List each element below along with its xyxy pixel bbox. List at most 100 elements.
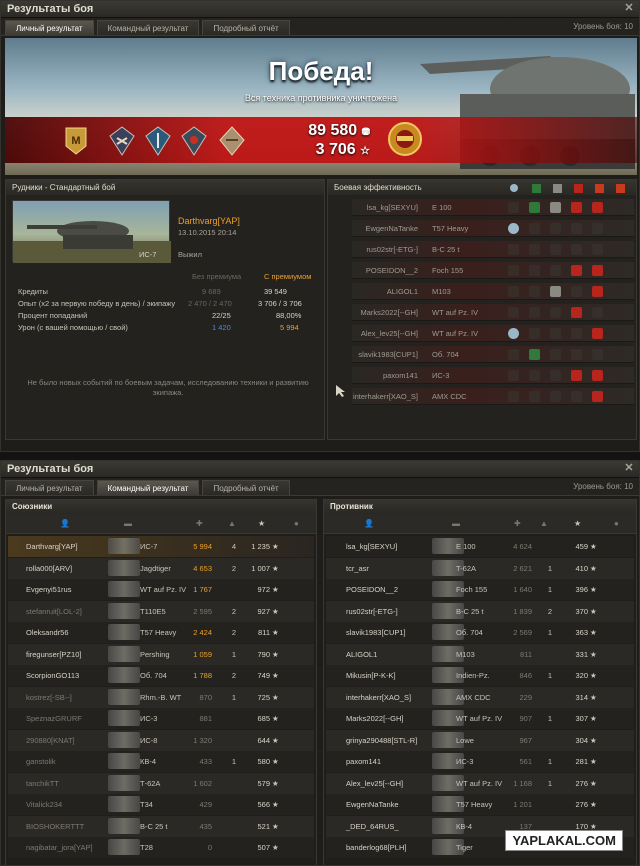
- damage-value: 1 201: [513, 800, 532, 809]
- xp-star-icon: ★: [272, 843, 279, 852]
- player-row[interactable]: tanchikTT Т-62А 1 602 579 ★: [8, 772, 314, 794]
- player-col-icon[interactable]: 👤: [60, 519, 70, 528]
- player-row[interactable]: 290880[KNAT] ИС-8 1 320 644 ★: [8, 729, 314, 751]
- assist-icon: [529, 265, 540, 276]
- tank-name: Pershing: [140, 649, 170, 659]
- player-row[interactable]: Alex_lev25[--GH] WT auf Pz. IV 1 168 1 276 ★: [326, 772, 634, 794]
- efficiency-row[interactable]: ALIGOL1 M103: [352, 283, 634, 300]
- efficiency-row[interactable]: lsa_kg[SEXYU] E 100: [352, 199, 634, 216]
- efficiency-row[interactable]: interhakerr[XAO_S] AMX CDC: [352, 388, 634, 405]
- efficiency-row[interactable]: Alex_lev25[--GH] WT auf Pz. IV: [352, 325, 634, 342]
- window-titlebar[interactable]: Результаты боя ✕: [1, 461, 639, 478]
- player-row[interactable]: rolla000[ARV] Jagdtiger 4 653 2 1 007 ★: [8, 557, 314, 579]
- player-row[interactable]: nagibatar_jora[YAP] T28 0 507 ★: [8, 837, 314, 858]
- damage-value: 1 767: [193, 585, 212, 594]
- player-row[interactable]: interhakerr[XAO_S] AMX CDC 229 314 ★: [326, 686, 634, 708]
- tank-name: ИС-7: [140, 542, 158, 551]
- efficiency-row[interactable]: rus02str[-ETG-] B-C 25 t: [352, 241, 634, 258]
- player-row[interactable]: tcr_asr T-62A 2 621 1 410 ★: [326, 557, 634, 579]
- player-row[interactable]: firegunser[PZ10] Pershing 1 059 1 790 ★: [8, 643, 314, 665]
- player-row[interactable]: Marks2022[--GH] WT auf Pz. IV 907 1 307 ★: [326, 708, 634, 729]
- damage-icon: [571, 349, 582, 360]
- award-icon[interactable]: [145, 126, 171, 156]
- player-row[interactable]: EwgenNaTanke T57 Heavy 1 201 276 ★: [326, 794, 634, 815]
- player-name: firegunser[PZ10]: [26, 649, 82, 659]
- damage-col-icon[interactable]: ✚: [196, 519, 203, 528]
- xp-star-icon: ★: [590, 671, 597, 680]
- player-row[interactable]: ganstolik КВ-4 433 1 580 ★: [8, 751, 314, 772]
- kills-value: 2: [547, 606, 552, 616]
- award-icon[interactable]: [109, 126, 135, 156]
- player-row[interactable]: kostrez[-SB--] Rhm.-B. WT 870 1 725 ★: [8, 686, 314, 708]
- damage-col-icon[interactable]: ✚: [514, 519, 521, 528]
- medal-col-icon[interactable]: ●: [294, 519, 299, 528]
- player-name: Vitalick234: [26, 800, 63, 809]
- award-icon[interactable]: [181, 126, 207, 156]
- experience-earned: 3 706: [315, 141, 356, 158]
- tab-team[interactable]: Командный результат: [96, 480, 200, 495]
- tank-name: E 100: [456, 542, 476, 551]
- xp-value: 1 007: [251, 563, 270, 573]
- efficiency-row[interactable]: Marks2022[--GH] WT auf Pz. IV: [352, 304, 634, 321]
- close-icon[interactable]: ✕: [623, 462, 635, 474]
- player-row[interactable]: Mikusin[P-K-K] Indien-Pz. 846 1 320 ★: [326, 665, 634, 686]
- row-exp-label: Опыт (x2 за первую победу в день) / экип…: [18, 299, 176, 308]
- player-row[interactable]: lsa_kg[SEXYU] E 100 4 624 459 ★: [326, 536, 634, 557]
- medal-col-icon[interactable]: ●: [614, 519, 619, 528]
- tank-col-icon[interactable]: ▬: [452, 519, 460, 528]
- player-name: lsa_kg[SEXYU]: [346, 542, 398, 551]
- efficiency-row[interactable]: slavik1983[CUP1] Об. 704: [352, 346, 634, 363]
- battle-hero-emblem-icon[interactable]: [387, 121, 423, 157]
- battle-level: Уровень боя: 10: [573, 482, 633, 491]
- xp-star-icon: ★: [590, 757, 597, 766]
- player-row[interactable]: BIOSHOKERTTT B-C 25 t 435 521 ★: [8, 815, 314, 837]
- allies-column-header: 👤 ▬ ✚ ▲ ★ ●: [6, 514, 316, 534]
- efficiency-row[interactable]: EwgenNaTanke T57 Heavy: [352, 220, 634, 237]
- player-name[interactable]: Darthvarg[YAP]: [178, 216, 240, 226]
- kill-icon: [592, 202, 603, 213]
- player-row[interactable]: Darthvarg[YAP] ИС-7 5 994 4 1 235 ★: [8, 536, 314, 557]
- player-row[interactable]: Evgenyi51rus WT auf Pz. IV 1 767 972 ★: [8, 579, 314, 600]
- xp-col-icon[interactable]: ★: [574, 519, 581, 528]
- player-row[interactable]: rus02str[-ETG-] B-C 25 t 1 839 2 370 ★: [326, 600, 634, 622]
- tab-personal[interactable]: Личный результат: [5, 20, 94, 35]
- close-icon[interactable]: ✕: [623, 2, 635, 14]
- kills-col-icon[interactable]: ▲: [540, 519, 548, 528]
- player-row[interactable]: Vitalick234 T34 429 566 ★: [8, 794, 314, 815]
- kills-col-icon[interactable]: ▲: [228, 519, 236, 528]
- player-row[interactable]: SpeznazGRURF ИС-3 881 685 ★: [8, 708, 314, 729]
- crit-icon: [550, 391, 561, 402]
- damage-value: 870: [199, 692, 212, 702]
- player-row[interactable]: slavik1983[CUP1] Об. 704 2 569 1 363 ★: [326, 622, 634, 643]
- xp-col-icon[interactable]: ★: [258, 519, 265, 528]
- tank-name: Rhm.-B. WT: [140, 692, 182, 702]
- tab-detailed[interactable]: Подробный отчёт: [202, 480, 290, 495]
- kills-value: 1: [547, 757, 552, 766]
- player-row[interactable]: ALIGOL1 M103 811 331 ★: [326, 643, 634, 665]
- tank-col-icon[interactable]: ▬: [124, 519, 132, 528]
- tab-team[interactable]: Командный результат: [96, 20, 200, 35]
- player-col-icon[interactable]: 👤: [364, 519, 374, 528]
- tab-detailed[interactable]: Подробный отчёт: [202, 20, 290, 35]
- mastery-badge-icon[interactable]: M: [63, 126, 89, 156]
- xp-star-icon: ★: [272, 585, 279, 594]
- tab-personal[interactable]: Личный результат: [5, 480, 94, 495]
- tank-name: Об. 704: [456, 628, 483, 637]
- efficiency-row[interactable]: paxom141 ИС-3: [352, 367, 634, 384]
- player-row[interactable]: ScorpionGO113 Об. 704 1 788 2 749 ★: [8, 665, 314, 686]
- tank-icon: [108, 559, 140, 576]
- window-titlebar[interactable]: Результаты боя ✕: [1, 1, 639, 18]
- spotted-icon: [508, 328, 519, 339]
- player-row[interactable]: stefanruit[LOL-2] T110E5 2 595 2 927 ★: [8, 600, 314, 622]
- player-row[interactable]: paxom141 ИС-3 561 1 281 ★: [326, 751, 634, 772]
- player-row[interactable]: POSEIDON__2 Foch 155 1 640 1 396 ★: [326, 579, 634, 600]
- player-row[interactable]: Oleksandr56 T57 Heavy 2 424 2 811 ★: [8, 622, 314, 643]
- xp-value: 1 235: [251, 542, 270, 551]
- efficiency-header-icons: [510, 184, 625, 193]
- tank-name: T110E5: [140, 606, 166, 616]
- efficiency-row[interactable]: POSEIDON__2 Foch 155: [352, 262, 634, 279]
- xp-value: 972: [257, 585, 270, 594]
- xp-star-icon: ★: [590, 606, 597, 616]
- player-row[interactable]: grinya290488[STL-R] Lowe 967 304 ★: [326, 729, 634, 751]
- damage-value: 881: [199, 714, 212, 723]
